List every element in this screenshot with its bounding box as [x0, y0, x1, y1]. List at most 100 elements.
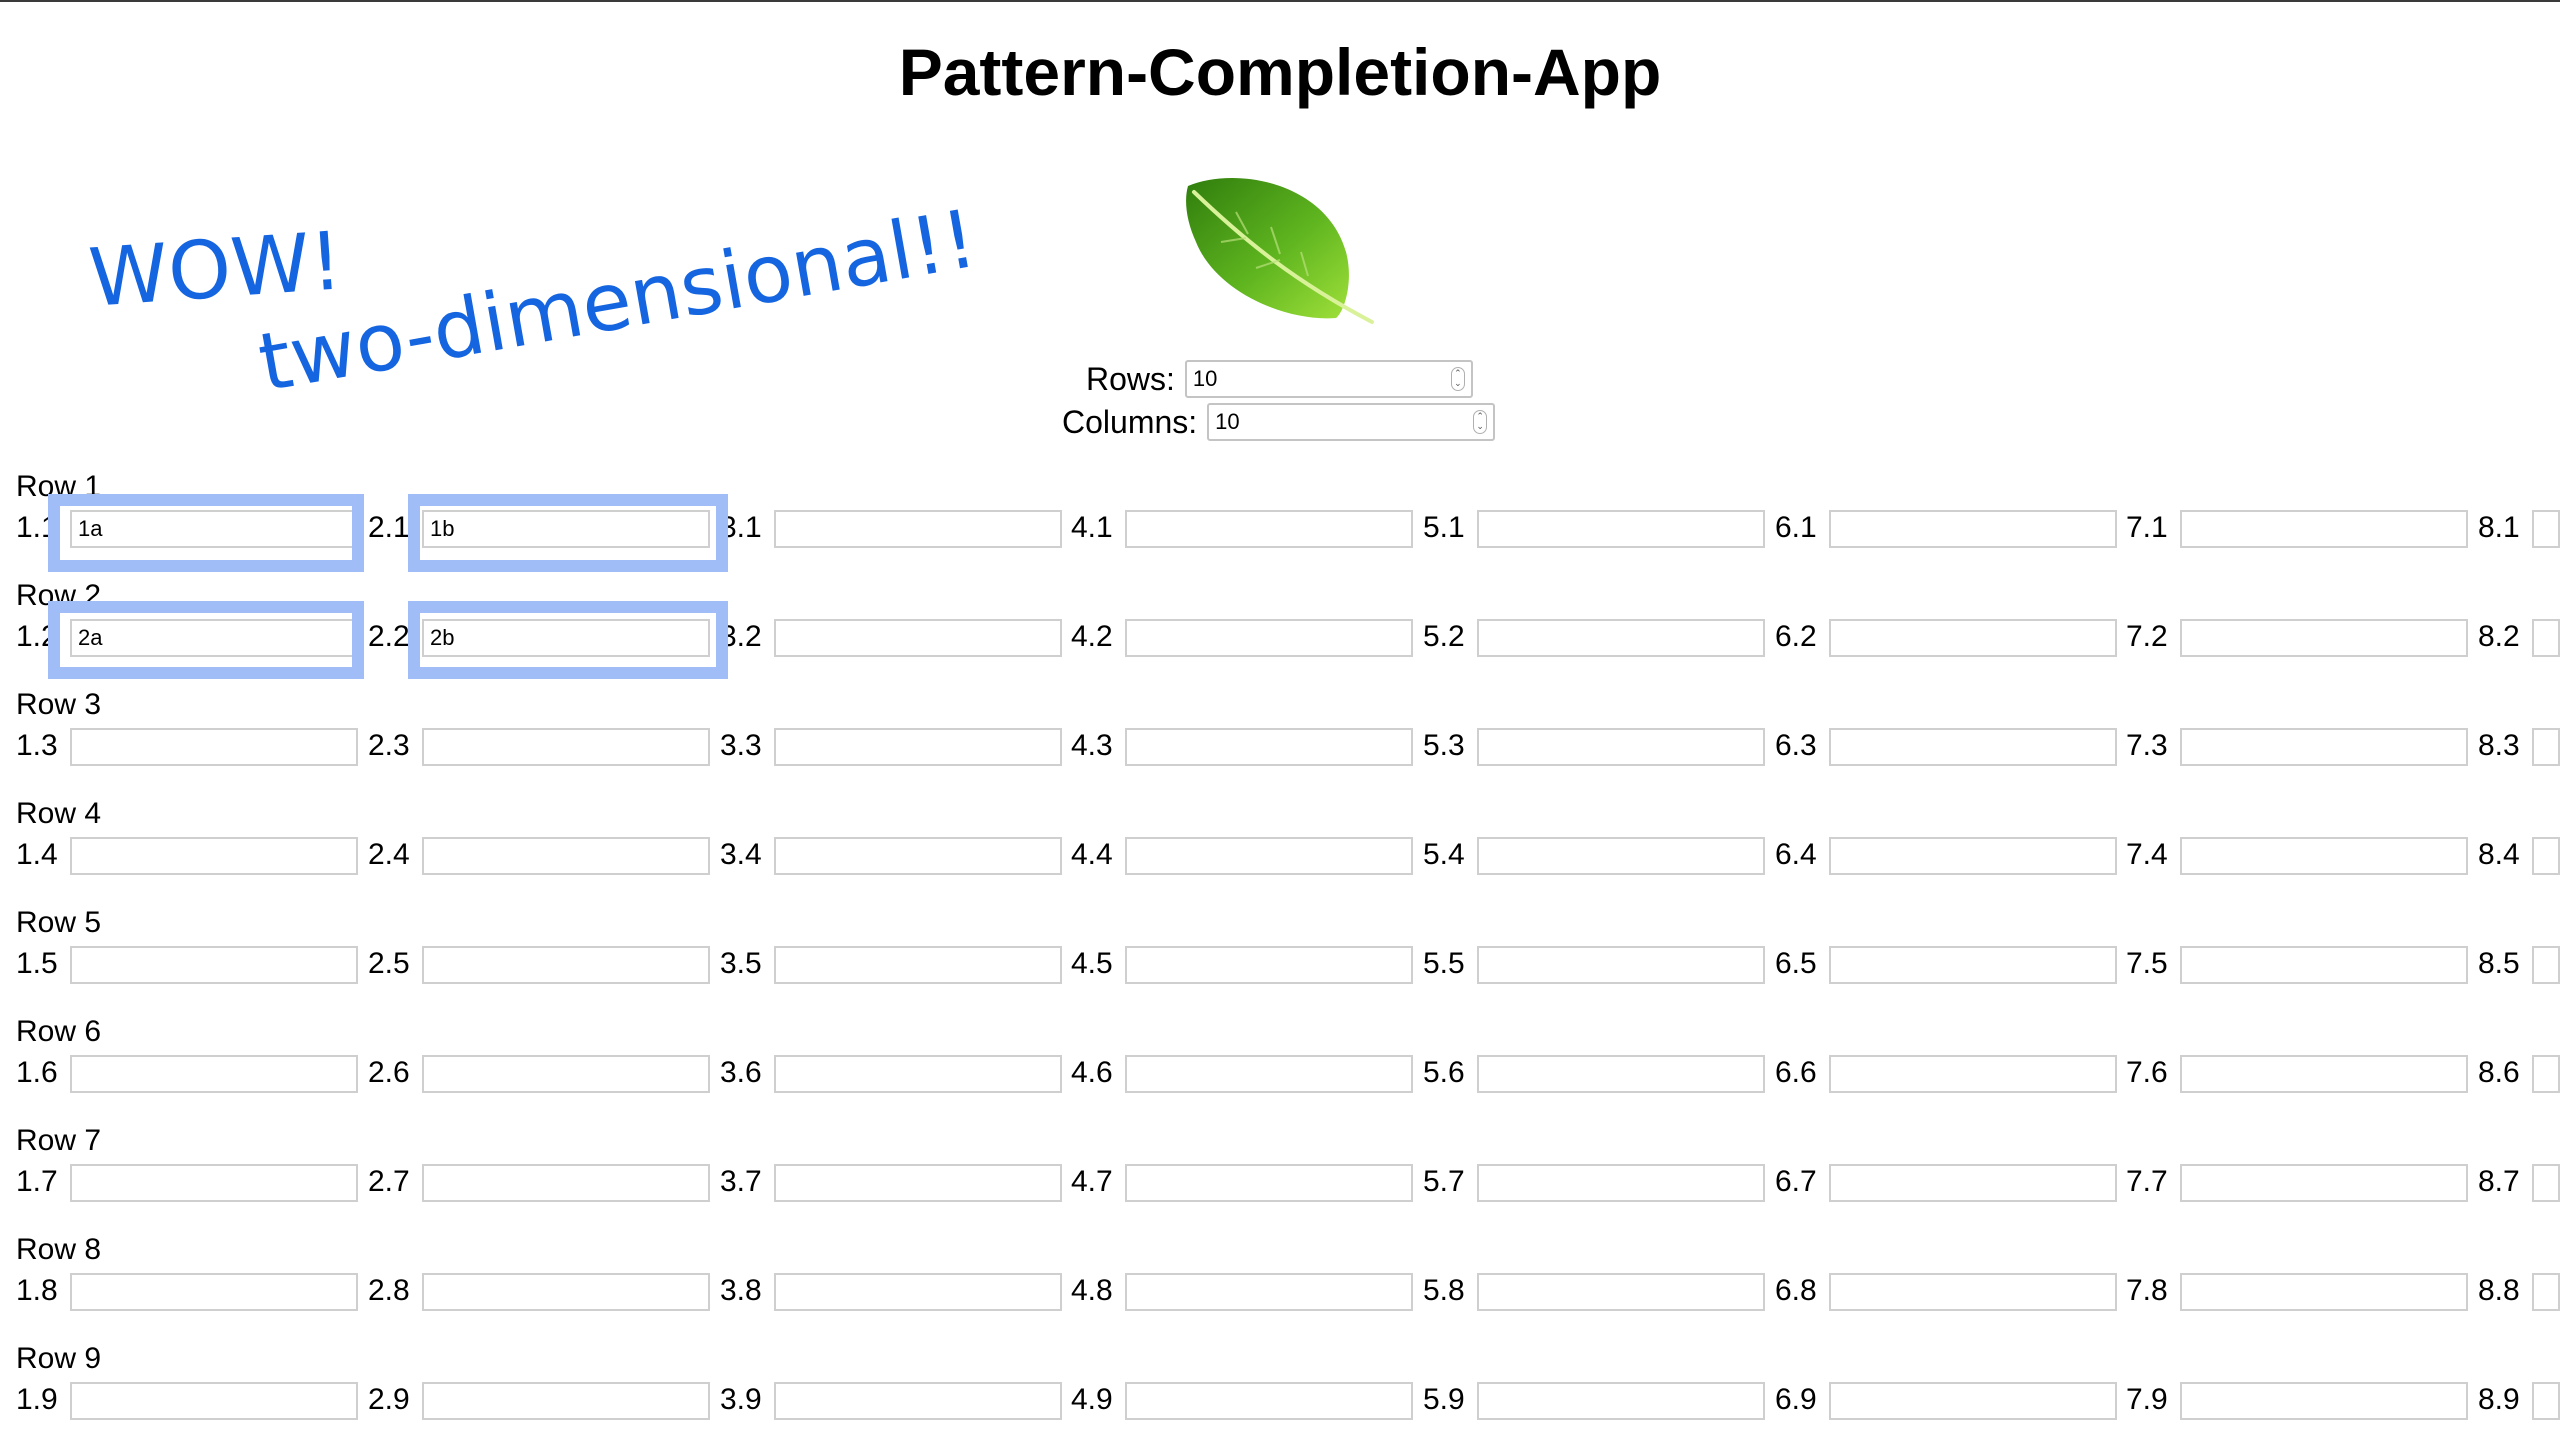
cell-input[interactable]: [70, 946, 358, 984]
cell-label: 2.9: [368, 1383, 410, 1416]
cell-input[interactable]: [2532, 510, 2560, 548]
cell-input[interactable]: [1477, 1164, 1765, 1202]
cell-input[interactable]: [2532, 1164, 2560, 1202]
cell-input[interactable]: [70, 1273, 358, 1311]
rows-input[interactable]: 10 ⌃ ⌄: [1184, 360, 1473, 398]
grid-row: Row 4 1.4 2.4 3.4 4.4 5.4 6.4 7.4 8.4: [0, 797, 2560, 906]
cell-input[interactable]: [422, 1055, 710, 1093]
cell-label: 4.1: [1071, 511, 1113, 544]
cell-input[interactable]: [70, 1164, 358, 1202]
cell-input[interactable]: [774, 728, 1062, 766]
cell-input[interactable]: [2532, 728, 2560, 766]
cell-input[interactable]: [70, 728, 358, 766]
cell-label: 6.3: [1775, 729, 1817, 762]
cell-label: 6.9: [1775, 1383, 1817, 1416]
cell-input[interactable]: [774, 1055, 1062, 1093]
cell-input[interactable]: [774, 619, 1062, 657]
cell-input[interactable]: [1125, 619, 1413, 657]
columns-stepper-icon[interactable]: ⌃ ⌄: [1473, 410, 1488, 434]
cell-input[interactable]: [1829, 510, 2117, 548]
cell-label: 5.7: [1423, 1165, 1465, 1198]
cell-input[interactable]: [1477, 510, 1765, 548]
cell-input[interactable]: [1125, 1382, 1413, 1420]
cell-input[interactable]: [1477, 1055, 1765, 1093]
cell-label: 4.9: [1071, 1383, 1113, 1416]
cell-label: 5.5: [1423, 947, 1465, 980]
cell-input[interactable]: [70, 837, 358, 875]
cell-input[interactable]: [774, 1164, 1062, 1202]
columns-input[interactable]: 10 ⌃ ⌄: [1207, 403, 1496, 441]
cell-input[interactable]: [1829, 1164, 2117, 1202]
cell-input[interactable]: [1829, 619, 2117, 657]
cell-label: 8.9: [2478, 1383, 2520, 1416]
cell-input[interactable]: [2180, 728, 2468, 766]
cell-label: 1.9: [16, 1383, 58, 1416]
cell-input[interactable]: [1125, 1164, 1413, 1202]
cell-input[interactable]: [1125, 510, 1413, 548]
cell-input[interactable]: [1829, 1273, 2117, 1311]
cell-label: 2.4: [368, 838, 410, 871]
cell-input[interactable]: [2180, 946, 2468, 984]
cell-input[interactable]: [1125, 728, 1413, 766]
cell-input[interactable]: [1477, 837, 1765, 875]
cell-label: 7.6: [2126, 1056, 2168, 1089]
cell-input[interactable]: [2532, 1055, 2560, 1093]
cell-input[interactable]: [2180, 1055, 2468, 1093]
cell-input[interactable]: [2532, 837, 2560, 875]
cell-input[interactable]: [1829, 946, 2117, 984]
cell-label: 3.7: [720, 1165, 762, 1198]
cell-input[interactable]: [1125, 946, 1413, 984]
cell-input[interactable]: [422, 1164, 710, 1202]
cell-label: 6.8: [1775, 1274, 1817, 1307]
cell-input[interactable]: [774, 946, 1062, 984]
cell-input[interactable]: [2532, 946, 2560, 984]
cell-label: 1.3: [16, 729, 58, 762]
cell-input[interactable]: [1477, 1273, 1765, 1311]
cell-input[interactable]: [422, 1382, 710, 1420]
cell-input[interactable]: [1477, 728, 1765, 766]
cell-input[interactable]: [70, 1055, 358, 1093]
cell-label: 3.9: [720, 1383, 762, 1416]
cell-input[interactable]: [2532, 1382, 2560, 1420]
cell-input[interactable]: [1125, 837, 1413, 875]
cell-label: 2.8: [368, 1274, 410, 1307]
leaf-icon: [1176, 172, 1376, 332]
cell-input[interactable]: [774, 837, 1062, 875]
cell-input[interactable]: [774, 1382, 1062, 1420]
cell-input[interactable]: [1125, 1055, 1413, 1093]
columns-value: 10: [1215, 409, 1240, 434]
cell-input[interactable]: [1477, 619, 1765, 657]
cell-input[interactable]: [2180, 1382, 2468, 1420]
cell-label: 4.2: [1071, 620, 1113, 653]
cell-input[interactable]: [774, 510, 1062, 548]
cell-input[interactable]: [422, 946, 710, 984]
cell-input[interactable]: [1829, 837, 2117, 875]
cell-input[interactable]: [1125, 1273, 1413, 1311]
cell-label: 6.5: [1775, 947, 1817, 980]
cell-input[interactable]: [2532, 619, 2560, 657]
cell-input[interactable]: [1477, 1382, 1765, 1420]
cell-input[interactable]: [422, 837, 710, 875]
cell-input[interactable]: [774, 1273, 1062, 1311]
cell-input[interactable]: [422, 728, 710, 766]
rows-stepper-icon[interactable]: ⌃ ⌄: [1450, 367, 1465, 391]
cell-input[interactable]: [1829, 728, 2117, 766]
cell-label: 8.3: [2478, 729, 2520, 762]
cell-input[interactable]: [70, 1382, 358, 1420]
rows-value: 10: [1192, 366, 1218, 391]
cell-label: 8.1: [2478, 511, 2520, 544]
cell-input[interactable]: [2180, 837, 2468, 875]
cell-input[interactable]: [2180, 1164, 2468, 1202]
highlight-box-1b: [408, 494, 728, 572]
grid-row: Row 7 1.7 2.7 3.7 4.7 5.7 6.7 7.7 8.7: [0, 1124, 2560, 1233]
cell-input[interactable]: [1829, 1055, 2117, 1093]
cell-label: 7.8: [2126, 1274, 2168, 1307]
cell-input[interactable]: [422, 1273, 710, 1311]
cell-input[interactable]: [2180, 510, 2468, 548]
cell-input[interactable]: [2180, 1273, 2468, 1311]
cell-input[interactable]: [1477, 946, 1765, 984]
cell-input[interactable]: [2180, 619, 2468, 657]
cell-input[interactable]: [1829, 1382, 2117, 1420]
cell-label: 6.4: [1775, 838, 1817, 871]
cell-input[interactable]: [2532, 1273, 2560, 1311]
